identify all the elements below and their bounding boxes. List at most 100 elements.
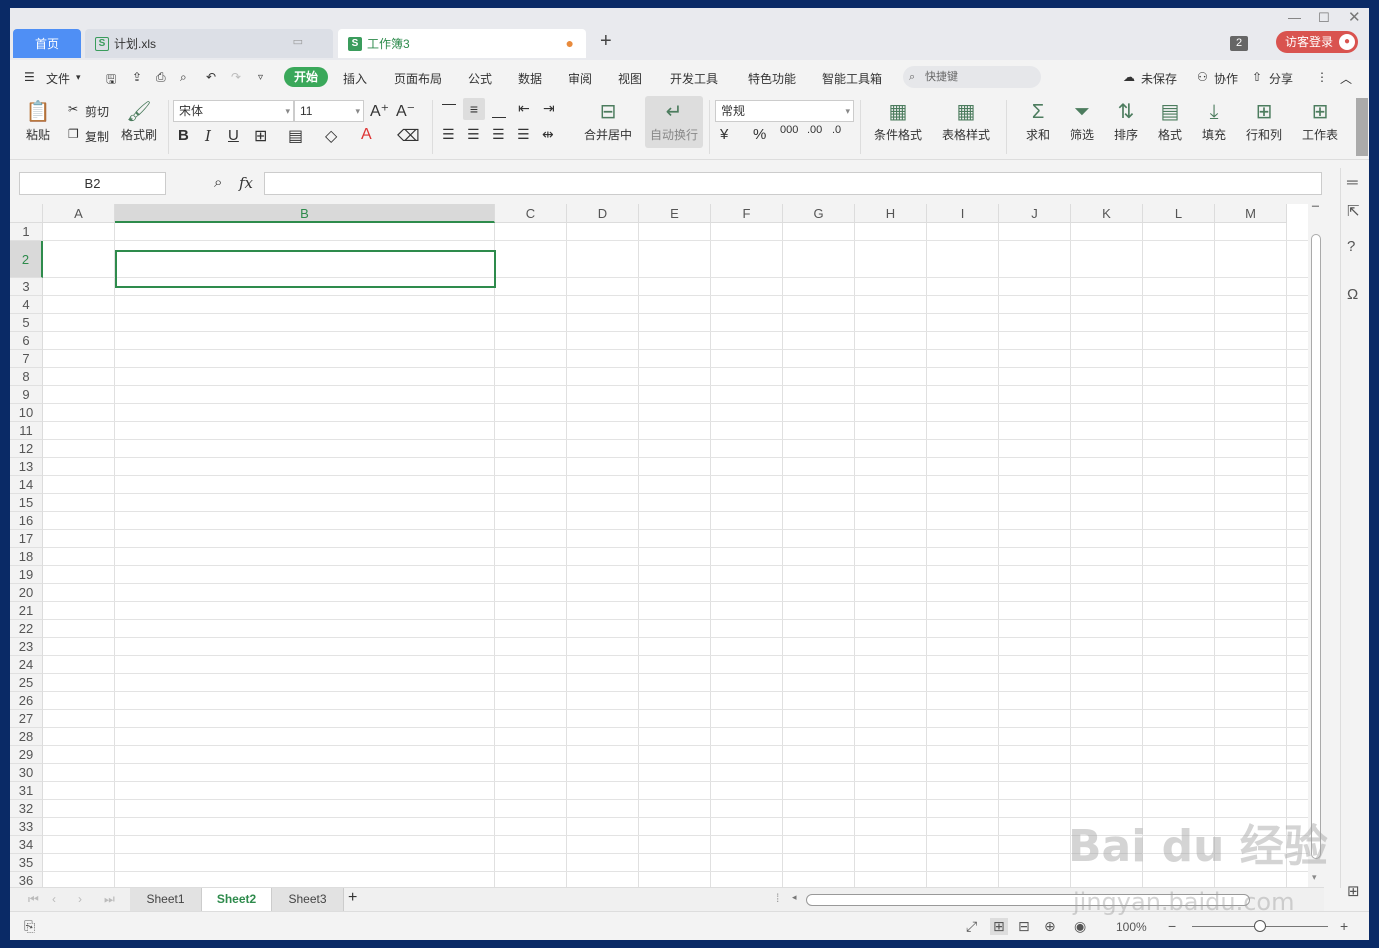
customize-toolbar-icon[interactable]: ▿ [258, 72, 263, 83]
row-header-13[interactable]: 13 [10, 458, 43, 476]
row-header-14[interactable]: 14 [10, 476, 43, 494]
sheet-tab-sheet3[interactable]: Sheet3 [272, 888, 344, 911]
hamburger-icon[interactable]: ☰ [24, 70, 35, 84]
scroll-left-icon[interactable]: ◂ [792, 892, 797, 903]
print-icon[interactable]: ⎙ [156, 70, 166, 85]
paste-button[interactable]: 📋 粘贴 [18, 98, 58, 143]
row-header-22[interactable]: 22 [10, 620, 43, 638]
format-button[interactable]: ▤ 格式 [1150, 98, 1190, 143]
row-header-25[interactable]: 25 [10, 674, 43, 692]
eye-protection-icon[interactable]: ◉ [1074, 918, 1086, 935]
column-header-k[interactable]: K [1071, 204, 1143, 223]
table-style-button[interactable]: ▦ 表格样式 [936, 98, 996, 143]
row-header-24[interactable]: 24 [10, 656, 43, 674]
row-header-12[interactable]: 12 [10, 440, 43, 458]
column-header-c[interactable]: C [495, 204, 567, 223]
undo-icon[interactable]: ↶ [206, 70, 216, 84]
macro-icon[interactable]: ⎘ [24, 918, 35, 935]
row-header-17[interactable]: 17 [10, 530, 43, 548]
row-header-16[interactable]: 16 [10, 512, 43, 530]
prev-sheet-icon[interactable]: ‹ [52, 892, 56, 906]
row-header-32[interactable]: 32 [10, 800, 43, 818]
fullscreen-icon[interactable]: ⤢ [966, 918, 977, 935]
row-header-18[interactable]: 18 [10, 548, 43, 566]
increase-indent-icon[interactable]: ⇥ [543, 100, 555, 117]
row-header-34[interactable]: 34 [10, 836, 43, 854]
menu-file[interactable]: 文件 [46, 70, 70, 87]
tab-file-plan[interactable]: S 计划.xls ▭ [85, 29, 333, 58]
row-header-21[interactable]: 21 [10, 602, 43, 620]
vertical-scroll-thumb[interactable] [1311, 234, 1321, 859]
menu-developer[interactable]: 开发工具 [670, 70, 718, 87]
decrease-font-icon[interactable]: A⁻ [396, 101, 415, 121]
row-header-11[interactable]: 11 [10, 422, 43, 440]
split-handle[interactable]: ⁞ [776, 891, 779, 905]
merge-center-button[interactable]: ⊟ 合并居中 [578, 98, 638, 143]
column-header-d[interactable]: D [567, 204, 639, 223]
share-button[interactable]: 分享 [1269, 70, 1293, 87]
menu-special[interactable]: 特色功能 [748, 70, 796, 87]
row-header-30[interactable]: 30 [10, 764, 43, 782]
select-cursor-icon[interactable]: ⇱ [1347, 202, 1360, 220]
row-header-36[interactable]: 36 [10, 872, 43, 887]
row-header-33[interactable]: 33 [10, 818, 43, 836]
auto-wrap-button[interactable]: ↵ 自动换行 [645, 96, 703, 148]
export-icon[interactable]: ⇪ [132, 70, 142, 84]
panel-grip-icon[interactable]: ═ [1347, 174, 1358, 191]
normal-view-icon[interactable]: ⊞ [990, 918, 1008, 935]
currency-icon[interactable]: ¥ [720, 126, 728, 143]
menu-smart-toolbox[interactable]: 智能工具箱 [822, 70, 882, 87]
print-preview-icon[interactable]: ⌕ [180, 70, 187, 85]
close-icon[interactable]: ✕ [1348, 8, 1361, 26]
sheet-tab-sheet1[interactable]: Sheet1 [130, 888, 202, 911]
select-all-corner[interactable] [10, 204, 43, 223]
chevron-down-icon[interactable]: ▾ [76, 72, 81, 83]
menu-data[interactable]: 数据 [518, 70, 542, 87]
column-header-e[interactable]: E [639, 204, 711, 223]
fill-color-icon[interactable]: ◇ [325, 126, 337, 146]
italic-icon[interactable]: I [205, 127, 211, 145]
omega-icon[interactable]: Ω [1347, 286, 1358, 303]
menu-view[interactable]: 视图 [618, 70, 642, 87]
name-box[interactable]: B2 [19, 172, 166, 195]
align-middle-icon[interactable]: ≡ [463, 98, 485, 120]
align-left-icon[interactable]: ☰ [442, 126, 455, 143]
border-icon[interactable]: ⊞ [254, 126, 267, 146]
row-header-20[interactable]: 20 [10, 584, 43, 602]
shortcut-search[interactable]: ⌕ 快捷键 [903, 66, 1041, 88]
justify-icon[interactable]: ☰ [517, 126, 530, 143]
column-header-b[interactable]: B [115, 204, 495, 223]
new-tab-button[interactable]: + [600, 30, 612, 53]
row-header-8[interactable]: 8 [10, 368, 43, 386]
increase-font-icon[interactable]: A⁺ [370, 101, 389, 121]
row-header-4[interactable]: 4 [10, 296, 43, 314]
column-header-h[interactable]: H [855, 204, 927, 223]
font-color-icon[interactable]: A [361, 126, 372, 144]
unsaved-status[interactable]: 未保存 [1141, 70, 1177, 87]
fill-button[interactable]: ⤓ 填充 [1194, 98, 1234, 143]
zoom-in-icon[interactable]: + [1340, 918, 1348, 934]
selected-cell-b2[interactable] [115, 250, 496, 288]
column-header-j[interactable]: J [999, 204, 1071, 223]
zoom-out-icon[interactable]: − [1168, 918, 1176, 934]
add-sheet-icon[interactable]: + [348, 889, 357, 907]
reading-layout-icon[interactable]: ⊕ [1044, 918, 1056, 935]
menu-start[interactable]: 开始 [284, 67, 328, 87]
filter-button[interactable]: ⏷ 筛选 [1062, 98, 1102, 143]
align-center-icon[interactable]: ☰ [467, 126, 480, 143]
scroll-top-icon[interactable]: ▔ [1312, 206, 1319, 217]
tab-workbook3[interactable]: S 工作簿3 ● [338, 29, 586, 58]
row-header-15[interactable]: 15 [10, 494, 43, 512]
thousands-icon[interactable]: 000 [780, 124, 798, 136]
apps-grid-icon[interactable]: ⊞ [1347, 882, 1360, 900]
number-format-select[interactable]: 常规 [715, 100, 854, 122]
align-top-icon[interactable]: ⎺ [442, 102, 456, 119]
row-header-3[interactable]: 3 [10, 278, 43, 296]
decrease-indent-icon[interactable]: ⇤ [518, 100, 530, 117]
column-header-i[interactable]: I [927, 204, 999, 223]
ribbon-scroll-right[interactable] [1356, 98, 1368, 156]
help-icon[interactable]: ? [1347, 238, 1355, 255]
row-header-23[interactable]: 23 [10, 638, 43, 656]
row-header-2[interactable]: 2 [10, 241, 43, 278]
column-header-m[interactable]: M [1215, 204, 1287, 223]
